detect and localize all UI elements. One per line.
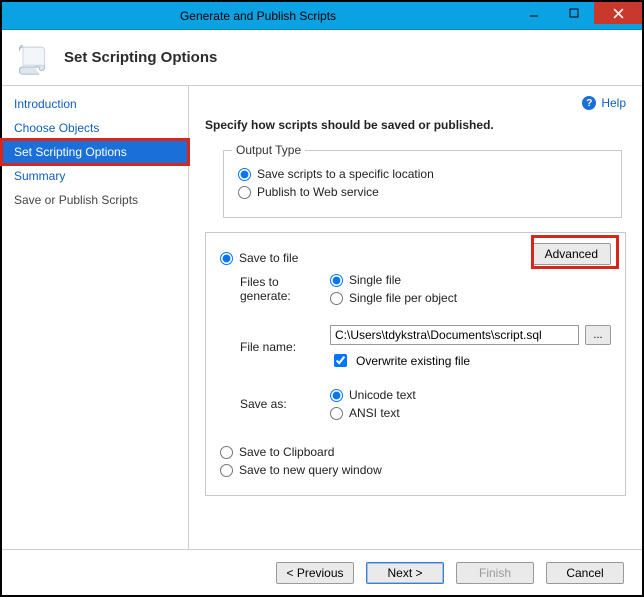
sidebar-item-set-scripting-options[interactable]: Set Scripting Options <box>2 140 188 164</box>
overwrite-checkbox[interactable] <box>334 354 347 367</box>
window-title: Generate and Publish Scripts <box>2 9 514 23</box>
close-button[interactable] <box>594 2 642 24</box>
content-pane: ? Help Specify how scripts should be sav… <box>189 86 642 549</box>
radio-single-file-input[interactable] <box>330 274 343 287</box>
radio-single-per-object-input[interactable] <box>330 292 343 305</box>
radio-publish-web-input[interactable] <box>238 186 251 199</box>
radio-save-clipboard-input[interactable] <box>220 446 233 459</box>
cancel-button[interactable]: Cancel <box>546 562 624 584</box>
help-icon: ? <box>582 96 596 110</box>
radio-save-to-file-label: Save to file <box>239 251 298 265</box>
save-as-row: Save as: Unicode text ANSI text <box>220 384 611 424</box>
radio-unicode[interactable]: Unicode text <box>330 388 611 402</box>
radio-save-location[interactable]: Save scripts to a specific location <box>238 167 607 181</box>
maximize-button[interactable] <box>554 2 594 24</box>
main-area: Introduction Choose Objects Set Scriptin… <box>2 86 642 549</box>
radio-unicode-label: Unicode text <box>349 388 416 402</box>
previous-button[interactable]: < Previous <box>276 562 354 584</box>
radio-publish-web[interactable]: Publish to Web service <box>238 185 607 199</box>
radio-ansi[interactable]: ANSI text <box>330 406 611 420</box>
radio-save-new-query[interactable]: Save to new query window <box>220 463 611 477</box>
title-bar: Generate and Publish Scripts <box>2 2 642 30</box>
overwrite-label: Overwrite existing file <box>356 354 470 368</box>
radio-single-file-label: Single file <box>349 273 401 287</box>
help-link[interactable]: Help <box>601 96 626 110</box>
radio-save-new-query-label: Save to new query window <box>239 463 382 477</box>
next-button[interactable]: Next > <box>366 562 444 584</box>
sidebar-item-choose-objects[interactable]: Choose Objects <box>2 116 188 140</box>
radio-save-clipboard-label: Save to Clipboard <box>239 445 334 459</box>
radio-single-per-object-label: Single file per object <box>349 291 457 305</box>
page-header: Set Scripting Options <box>2 30 642 86</box>
radio-single-file[interactable]: Single file <box>330 273 611 287</box>
radio-publish-web-label: Publish to Web service <box>257 185 379 199</box>
radio-save-to-file-input[interactable] <box>220 252 233 265</box>
radio-ansi-input[interactable] <box>330 407 343 420</box>
maximize-icon <box>569 8 579 18</box>
file-name-row: File name: ... Overwrite existing file <box>220 319 611 374</box>
close-icon <box>613 8 624 19</box>
files-to-generate-label: Files to generate: <box>220 275 330 303</box>
advanced-button[interactable]: Advanced <box>532 243 611 265</box>
radio-save-clipboard[interactable]: Save to Clipboard <box>220 445 611 459</box>
help-row: ? Help <box>205 96 626 110</box>
minimize-icon <box>529 8 539 18</box>
file-name-label: File name: <box>220 340 330 354</box>
radio-save-location-input[interactable] <box>238 168 251 181</box>
overwrite-checkbox-row[interactable]: Overwrite existing file <box>330 351 611 370</box>
wizard-footer: < Previous Next > Finish Cancel <box>2 549 642 595</box>
radio-save-location-label: Save scripts to a specific location <box>257 167 434 181</box>
wizard-sidebar: Introduction Choose Objects Set Scriptin… <box>2 86 189 549</box>
file-name-input[interactable] <box>330 325 579 345</box>
save-as-label: Save as: <box>220 397 330 411</box>
finish-button: Finish <box>456 562 534 584</box>
radio-unicode-input[interactable] <box>330 389 343 402</box>
radio-single-per-object[interactable]: Single file per object <box>330 291 611 305</box>
sidebar-item-summary[interactable]: Summary <box>2 164 188 188</box>
window-controls <box>514 2 642 29</box>
radio-save-new-query-input[interactable] <box>220 464 233 477</box>
browse-button[interactable]: ... <box>585 325 611 345</box>
scroll-icon <box>14 40 50 76</box>
page-title: Set Scripting Options <box>64 49 217 66</box>
sidebar-item-save-publish: Save or Publish Scripts <box>2 188 188 212</box>
instruction-text: Specify how scripts should be saved or p… <box>205 118 626 132</box>
output-type-legend: Output Type <box>232 143 305 157</box>
sidebar-item-introduction[interactable]: Introduction <box>2 92 188 116</box>
minimize-button[interactable] <box>514 2 554 24</box>
radio-ansi-label: ANSI text <box>349 406 400 420</box>
output-type-group: Output Type Save scripts to a specific l… <box>223 150 622 218</box>
save-group: Advanced Save to file Files to generate:… <box>205 232 626 496</box>
files-to-generate-row: Files to generate: Single file Single fi… <box>220 269 611 309</box>
